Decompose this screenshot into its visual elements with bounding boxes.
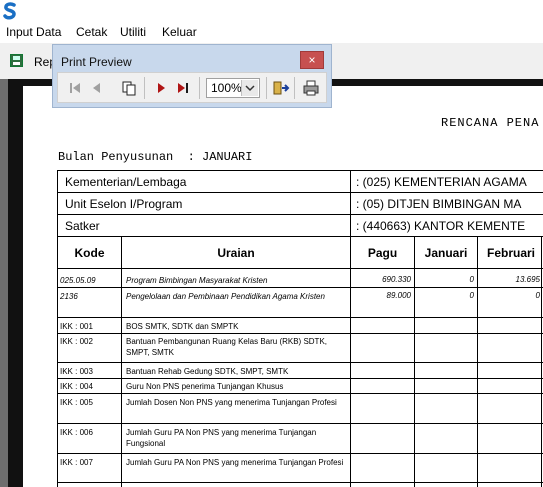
rule bbox=[57, 287, 543, 288]
menu-bar: Input Data Cetak Utiliti Keluar bbox=[0, 22, 543, 43]
title-bar bbox=[0, 0, 543, 22]
rule bbox=[57, 453, 543, 454]
row-kode: IKK : 007 bbox=[60, 458, 93, 467]
row-kode: IKK : 001 bbox=[60, 322, 93, 331]
col-uraian: Uraian bbox=[217, 246, 255, 260]
row-kode: IKK : 005 bbox=[60, 398, 93, 407]
rule bbox=[57, 482, 543, 483]
row-uraian: Jumlah Dosen Non PNS yang menerima Tunja… bbox=[126, 398, 337, 407]
kementerian-value: : (025) KEMENTERIAN AGAMA bbox=[356, 175, 527, 189]
rule bbox=[57, 170, 543, 171]
zoom-value: 100% bbox=[211, 81, 242, 95]
row-uraian: Program Bimbingan Masyarakat Kristen bbox=[126, 276, 268, 285]
close-icon[interactable]: × bbox=[300, 51, 324, 69]
rule bbox=[57, 214, 543, 215]
app-icon bbox=[3, 2, 16, 20]
col-januari: Januari bbox=[424, 246, 468, 260]
row-januari: 0 bbox=[469, 275, 474, 284]
rule bbox=[57, 170, 58, 237]
row-uraian: Pengelolaan dan Pembinaan Pendidikan Aga… bbox=[126, 292, 325, 301]
row-pagu: 690.330 bbox=[382, 275, 411, 284]
row-kode: IKK : 004 bbox=[60, 382, 93, 391]
satker-label: Satker bbox=[65, 219, 100, 233]
rule bbox=[57, 268, 543, 269]
unit-eselon-label: Unit Eselon I/Program bbox=[65, 197, 183, 211]
kementerian-label: Kementerian/Lembaga bbox=[65, 175, 187, 189]
zoom-select[interactable]: 100% bbox=[206, 78, 260, 98]
rule bbox=[57, 423, 543, 424]
row-uraian: Bantuan Pembangunan Ruang Kelas Baru (RK… bbox=[126, 337, 328, 357]
prev-page-icon[interactable] bbox=[88, 79, 106, 97]
row-kode: IKK : 003 bbox=[60, 367, 93, 376]
next-page-icon[interactable] bbox=[152, 79, 170, 97]
rule bbox=[57, 317, 543, 318]
row-kode: IKK : 002 bbox=[60, 337, 93, 346]
rule bbox=[57, 362, 543, 363]
rule bbox=[57, 393, 543, 394]
separator bbox=[199, 77, 200, 99]
separator bbox=[294, 77, 295, 99]
bulan-penyusunan: Bulan Penyusunan : JANUARI bbox=[58, 150, 253, 164]
separator bbox=[144, 77, 145, 99]
rule bbox=[57, 236, 543, 237]
exit-preview-icon[interactable] bbox=[272, 79, 290, 97]
col-pagu: Pagu bbox=[367, 246, 398, 260]
chevron-down-icon[interactable] bbox=[241, 80, 258, 96]
last-page-icon[interactable] bbox=[174, 79, 192, 97]
menu-utiliti[interactable]: Utiliti bbox=[120, 25, 146, 39]
row-pagu: 89.000 bbox=[386, 291, 411, 300]
row-februari: 13.695 bbox=[515, 275, 540, 284]
rule bbox=[57, 192, 543, 193]
print-preview-title: Print Preview bbox=[61, 55, 132, 69]
satker-value: : (440663) KANTOR KEMENTE bbox=[356, 219, 526, 233]
rule bbox=[350, 170, 351, 237]
row-kode: 025.05.09 bbox=[60, 276, 96, 285]
row-uraian: Jumlah Guru PA Non PNS yang menerima Tun… bbox=[126, 458, 344, 467]
rule bbox=[57, 333, 543, 334]
report-page: RENCANA PENA Bulan Penyusunan : JANUARI … bbox=[23, 86, 543, 487]
col-kode: Kode bbox=[74, 246, 105, 260]
row-januari: 0 bbox=[469, 291, 474, 300]
print-preview-toolbar[interactable]: Print Preview × 100% bbox=[52, 44, 332, 108]
separator bbox=[266, 77, 267, 99]
col-februari: Februari bbox=[486, 246, 535, 260]
row-uraian: Jumlah Guru PA Non PNS yang menerima Tun… bbox=[126, 428, 317, 448]
row-uraian: Bantuan Rehab Gedung SDTK, SMPT, SMTK bbox=[126, 367, 289, 376]
row-uraian: Guru Non PNS penerima Tunjangan Khusus bbox=[126, 382, 284, 391]
rule bbox=[57, 378, 543, 379]
row-kode: 2136 bbox=[60, 292, 78, 301]
print-preview-buttons: 100% bbox=[57, 72, 327, 103]
menu-input-data[interactable]: Input Data bbox=[6, 25, 61, 39]
row-kode: IKK : 006 bbox=[60, 428, 93, 437]
print-icon[interactable] bbox=[302, 79, 320, 97]
unit-eselon-value: : (05) DITJEN BIMBINGAN MA bbox=[356, 197, 522, 211]
row-februari: 0 bbox=[535, 291, 540, 300]
report-icon[interactable] bbox=[10, 54, 23, 67]
first-page-icon[interactable] bbox=[66, 79, 84, 97]
report-title: RENCANA PENA bbox=[441, 116, 540, 130]
row-uraian: BOS SMTK, SDTK dan SMPTK bbox=[126, 322, 239, 331]
multi-page-icon[interactable] bbox=[120, 79, 138, 97]
menu-keluar[interactable]: Keluar bbox=[162, 25, 197, 39]
menu-cetak[interactable]: Cetak bbox=[76, 25, 107, 39]
